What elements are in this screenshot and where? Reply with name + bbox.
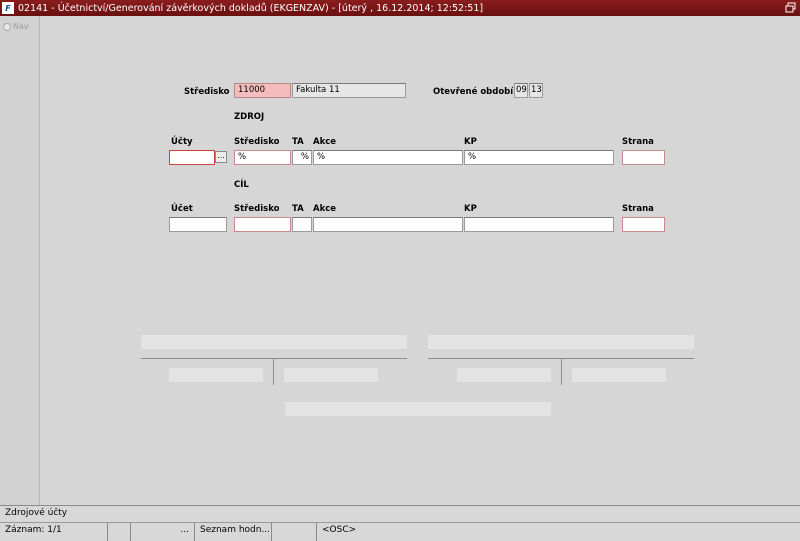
resize-grip[interactable] bbox=[787, 523, 800, 541]
status-cell-5 bbox=[272, 523, 317, 541]
zdroj-section-label: ZDROJ bbox=[234, 112, 265, 122]
placeholder-box-3 bbox=[457, 368, 551, 382]
status-cell-2 bbox=[108, 523, 131, 541]
target-col-stredisko: Středisko bbox=[234, 204, 280, 214]
osc-indicator: <OSC> bbox=[322, 525, 357, 535]
window-titlebar: F 02141 - Účetnictví/Generování závěrkov… bbox=[0, 0, 800, 16]
target-stredisko-field[interactable] bbox=[234, 217, 291, 232]
target-akce-field[interactable] bbox=[313, 217, 463, 232]
obdobi-label: Otevřené období bbox=[433, 87, 514, 97]
list-of-values-button[interactable]: ... bbox=[215, 151, 227, 163]
status-bar: Zdrojové účty Záznam: 1/1 ... Seznam hod… bbox=[0, 505, 800, 541]
placeholder-box-4 bbox=[572, 368, 666, 382]
obdobi-month-field: 09 bbox=[514, 83, 528, 98]
placeholder-bar-bottom bbox=[285, 402, 551, 416]
target-kp-field[interactable] bbox=[464, 217, 614, 232]
source-col-akce: Akce bbox=[313, 137, 337, 147]
source-stredisko-field[interactable]: % bbox=[234, 150, 291, 165]
record-indicator: Záznam: 1/1 bbox=[0, 523, 108, 541]
placeholder-vertical-left bbox=[273, 358, 274, 385]
placeholder-bar-right bbox=[428, 335, 694, 349]
placeholder-bar-left bbox=[141, 335, 407, 349]
status-row: Záznam: 1/1 ... Seznam hodn... <OSC> bbox=[0, 523, 800, 541]
source-strana-field[interactable] bbox=[622, 150, 665, 165]
source-kp-field[interactable]: % bbox=[464, 150, 614, 165]
obdobi-year-field: 13 bbox=[529, 83, 543, 98]
target-col-ta: TA bbox=[292, 204, 304, 214]
navigator-pane: Nav bbox=[0, 16, 40, 505]
cil-section-label: CÍL bbox=[234, 180, 249, 190]
target-ucet-field[interactable] bbox=[169, 217, 227, 232]
source-col-kp: KP bbox=[464, 137, 477, 147]
placeholder-box-1 bbox=[169, 368, 263, 382]
target-strana-field[interactable] bbox=[622, 217, 665, 232]
source-col-stredisko: Středisko bbox=[234, 137, 280, 147]
app-icon: F bbox=[2, 2, 14, 14]
placeholder-box-2 bbox=[284, 368, 378, 382]
placeholder-vertical-right bbox=[561, 358, 562, 385]
source-ta-field[interactable]: % bbox=[292, 150, 312, 165]
list-of-values-indicator: Seznam hodn... bbox=[195, 523, 272, 541]
source-akce-field[interactable]: % bbox=[313, 150, 463, 165]
stredisko-code-field[interactable]: 11000 bbox=[234, 83, 291, 98]
window-title: 02141 - Účetnictví/Generování závěrkovýc… bbox=[18, 2, 484, 14]
source-ucty-field[interactable] bbox=[169, 150, 215, 165]
nav-radio-icon[interactable] bbox=[3, 23, 11, 31]
target-ta-field[interactable] bbox=[292, 217, 312, 232]
target-col-ucet: Účet bbox=[171, 204, 193, 214]
status-cell-3: ... bbox=[131, 523, 195, 541]
stredisko-label: Středisko bbox=[184, 87, 230, 97]
stredisko-name-field: Fakulta 11 bbox=[292, 83, 406, 98]
target-col-akce: Akce bbox=[313, 204, 337, 214]
source-col-ta: TA bbox=[292, 137, 304, 147]
restore-window-icon[interactable] bbox=[785, 2, 796, 13]
source-col-strana: Strana bbox=[622, 137, 654, 147]
target-col-strana: Strana bbox=[622, 204, 654, 214]
source-col-ucty: Účty bbox=[171, 137, 193, 147]
nav-label[interactable]: Nav bbox=[13, 22, 29, 31]
target-col-kp: KP bbox=[464, 204, 477, 214]
placeholder-divider-left bbox=[141, 358, 407, 359]
hint-line: Zdrojové účty bbox=[0, 506, 800, 523]
